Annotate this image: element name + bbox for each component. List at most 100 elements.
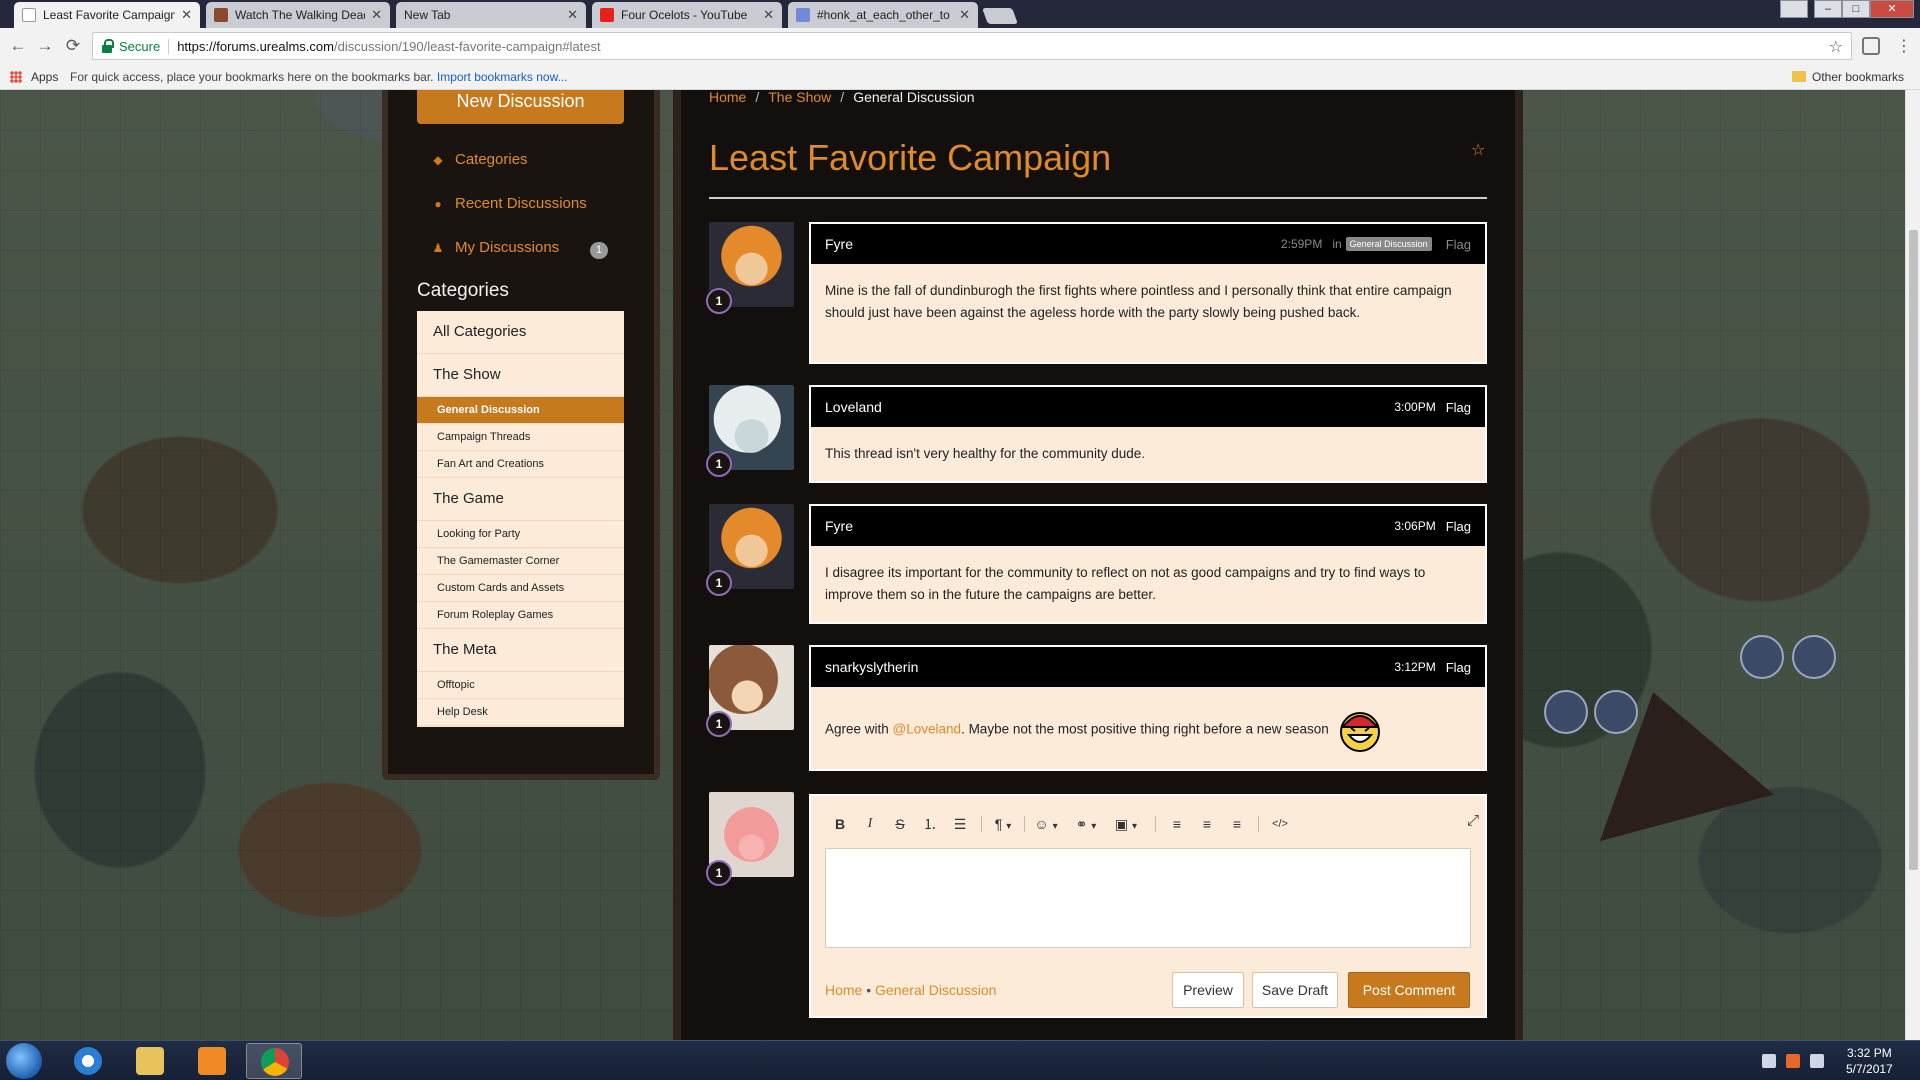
map-token (1544, 690, 1588, 734)
bullet-list-button[interactable]: ☰ (945, 816, 975, 833)
category-the-show[interactable]: The Show (417, 354, 624, 397)
category-looking-for-party[interactable]: Looking for Party (417, 521, 624, 548)
close-window-button[interactable]: ✕ (1870, 0, 1914, 18)
category-general-discussion[interactable]: General Discussion (417, 397, 624, 424)
flag-link[interactable]: Flag (1446, 237, 1471, 252)
tray-app-icon[interactable] (1786, 1054, 1800, 1068)
sidebar-link-categories[interactable]: ◆ Categories (431, 151, 527, 168)
comment-time[interactable]: 3:00PM (1394, 400, 1435, 414)
tab-new-tab[interactable]: New Tab ✕ (396, 2, 586, 28)
tab-close-icon[interactable]: ✕ (371, 7, 382, 23)
emoji-button[interactable]: ☺ ▾ (1031, 816, 1061, 832)
flag-link[interactable]: Flag (1446, 660, 1471, 675)
category-the-game[interactable]: The Game (417, 478, 624, 521)
category-campaign-threads[interactable]: Campaign Threads (417, 424, 624, 451)
align-right-button[interactable]: ≡ (1222, 816, 1252, 832)
ordered-list-button[interactable]: ⒈ (915, 814, 945, 834)
windows-taskbar: 3:32 PM 5/7/2017 (0, 1040, 1920, 1080)
flag-link[interactable]: Flag (1446, 519, 1471, 534)
comment-time[interactable]: 3:06PM (1394, 519, 1435, 533)
tab-close-icon[interactable]: ✕ (763, 7, 774, 23)
align-center-button[interactable]: ≡ (1192, 816, 1222, 832)
start-button[interactable] (6, 1043, 42, 1079)
breadcrumb-the-show[interactable]: The Show (768, 89, 831, 105)
category-help-desk[interactable]: Help Desk (417, 699, 624, 726)
system-clock[interactable]: 3:32 PM 5/7/2017 (1846, 1045, 1893, 1077)
tab-close-icon[interactable]: ✕ (959, 7, 970, 23)
scrollbar-thumb[interactable] (1909, 230, 1918, 870)
category-offtopic[interactable]: Offtopic (417, 672, 624, 699)
editor-home-link[interactable]: Home (825, 982, 862, 998)
chrome-menu-icon[interactable]: ⋮ (1896, 36, 1912, 56)
map-token (1792, 635, 1836, 679)
category-gamemaster-corner[interactable]: The Gamemaster Corner (417, 548, 624, 575)
breadcrumb-home[interactable]: Home (709, 89, 746, 105)
minimize-button[interactable]: – (1814, 0, 1842, 18)
tab-least-favorite-campaign[interactable]: Least Favorite Campaign ✕ (14, 2, 200, 28)
browser-tab-bar: Least Favorite Campaign ✕ Watch The Walk… (0, 0, 1920, 28)
code-button[interactable]: </> (1265, 818, 1295, 830)
flag-link[interactable]: Flag (1446, 400, 1471, 415)
new-tab-button[interactable] (982, 8, 1018, 24)
bookmark-star-icon[interactable]: ☆ (1829, 37, 1843, 57)
new-discussion-button[interactable]: New Discussion (417, 90, 624, 124)
tab-four-ocelots[interactable]: Four Ocelots - YouTube ✕ (592, 2, 782, 28)
link-button[interactable]: ⚭ ▾ (1071, 816, 1101, 833)
taskbar-file-explorer[interactable] (122, 1043, 178, 1079)
tab-close-icon[interactable]: ✕ (567, 7, 578, 23)
taskbar-media-player[interactable] (184, 1043, 240, 1079)
sidebar-link-my-discussions[interactable]: ♟ My Discussions (431, 239, 560, 256)
comment-author[interactable]: Fyre (825, 236, 1281, 252)
other-bookmarks-folder[interactable]: Other bookmarks (1792, 70, 1904, 84)
apps-link[interactable]: Apps (31, 70, 58, 84)
fullscreen-icon[interactable]: ⤢ (1467, 812, 1479, 829)
comment-time[interactable]: 2:59PM (1281, 237, 1322, 251)
post-comment-button[interactable]: Post Comment (1348, 972, 1470, 1008)
tab-walking-dead[interactable]: Watch The Walking Dead ✕ (206, 2, 390, 28)
network-icon[interactable] (1762, 1054, 1776, 1068)
image-button[interactable]: ▣ ▾ (1111, 816, 1141, 833)
comment-author[interactable]: Fyre (825, 518, 1394, 534)
extension-icon[interactable] (1862, 37, 1880, 55)
comment: 1 Fyre 3:06PM Flag I disagree its import… (706, 504, 1487, 624)
paragraph-format-button[interactable]: ¶ ▾ (988, 816, 1018, 832)
taskbar-internet-explorer[interactable] (60, 1043, 116, 1079)
comment-time[interactable]: 3:12PM (1394, 660, 1435, 674)
preview-button[interactable]: Preview (1172, 972, 1244, 1008)
breadcrumb-current: General Discussion (853, 89, 975, 105)
sidebar-link-recent-discussions[interactable]: ● Recent Discussions (431, 195, 587, 212)
comment-author[interactable]: snarkyslytherin (825, 659, 1394, 675)
volume-icon[interactable] (1810, 1054, 1824, 1068)
sidebar-link-label: Recent Discussions (455, 195, 587, 212)
import-bookmarks-link[interactable]: Import bookmarks now... (437, 70, 568, 84)
category-badge[interactable]: General Discussion (1345, 237, 1432, 251)
align-left-button[interactable]: ≡ (1162, 816, 1192, 832)
address-bar[interactable]: Secure https://forums.urealms.com/discus… (92, 32, 1852, 60)
tab-close-icon[interactable]: ✕ (181, 7, 192, 23)
category-custom-cards[interactable]: Custom Cards and Assets (417, 575, 624, 602)
italic-button[interactable]: I (855, 816, 885, 832)
tab-discord[interactable]: #honk_at_each_other_to ✕ (788, 2, 978, 28)
comment-textarea[interactable] (825, 848, 1471, 948)
tab-title: #honk_at_each_other_to (817, 8, 950, 22)
comment-author[interactable]: Loveland (825, 399, 1394, 415)
forward-button[interactable]: → (35, 36, 55, 56)
category-fan-art[interactable]: Fan Art and Creations (417, 451, 624, 478)
reload-button[interactable]: ⟳ (63, 36, 83, 56)
smiley-icon: ☺ (1034, 816, 1049, 832)
category-all-categories[interactable]: All Categories (417, 311, 624, 354)
apps-icon[interactable] (10, 71, 22, 83)
category-forum-roleplay[interactable]: Forum Roleplay Games (417, 602, 624, 629)
page-scrollbar[interactable] (1905, 90, 1920, 1040)
maximize-button[interactable]: □ (1842, 0, 1870, 18)
strikethrough-button[interactable]: S (885, 816, 915, 832)
bold-button[interactable]: B (825, 816, 855, 832)
comment-box: snarkyslytherin 3:12PM Flag Agree with @… (809, 645, 1487, 771)
back-button[interactable]: ← (8, 36, 28, 56)
category-the-meta[interactable]: The Meta (417, 629, 624, 672)
bookmark-discussion-icon[interactable]: ☆ (1471, 140, 1485, 160)
taskbar-chrome[interactable] (246, 1043, 302, 1079)
mention-link[interactable]: @Loveland (893, 722, 962, 737)
editor-category-link[interactable]: General Discussion (875, 982, 996, 998)
save-draft-button[interactable]: Save Draft (1252, 972, 1338, 1008)
